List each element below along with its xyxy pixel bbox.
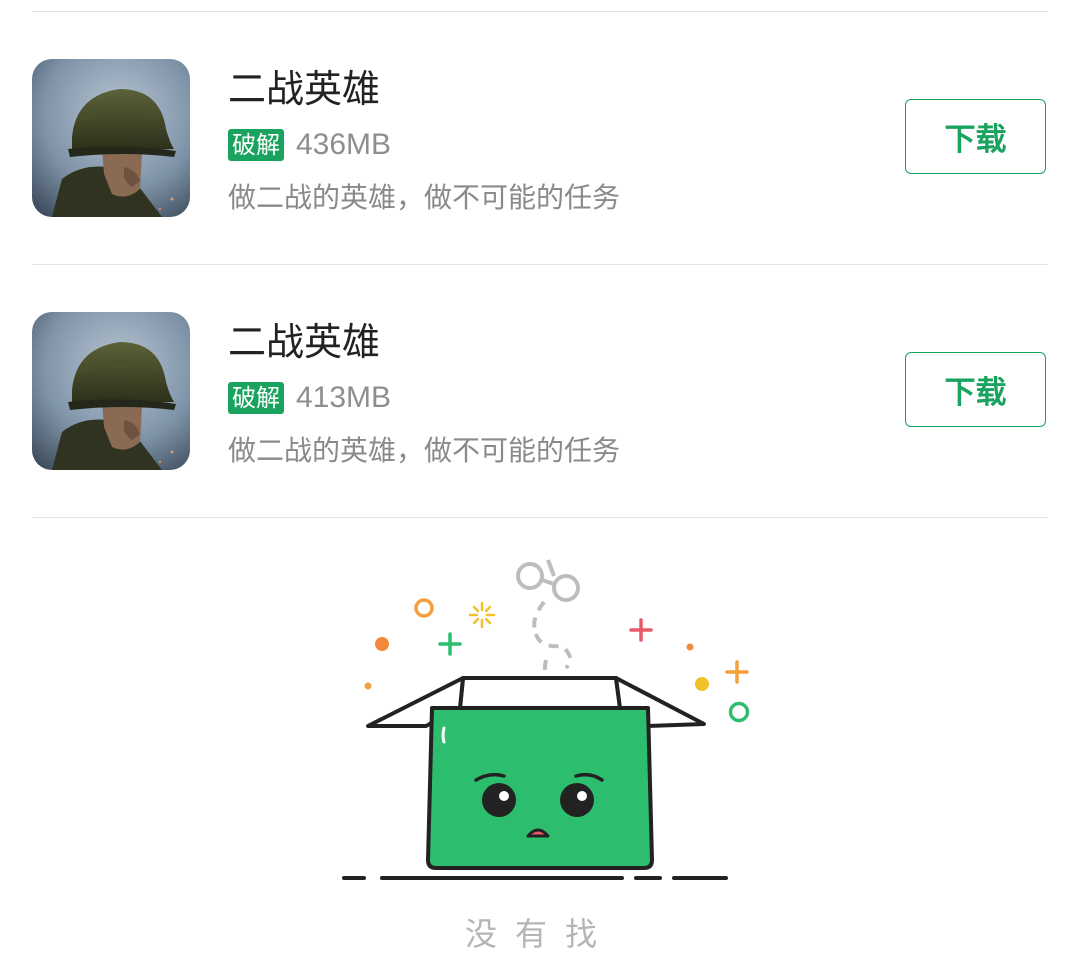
list-divider <box>32 517 1048 518</box>
app-title: 二战英雄 <box>228 67 381 111</box>
app-description: 做二战的英雄，做不可能的任务 <box>228 434 621 467</box>
app-description: 做二战的英雄，做不可能的任务 <box>228 181 621 214</box>
app-meta: 破解 413MB <box>228 381 391 415</box>
empty-box-illustration <box>340 550 760 890</box>
cracked-badge: 破解 <box>228 129 284 161</box>
app-meta: 破解 436MB <box>228 128 391 162</box>
app-title: 二战英雄 <box>228 320 381 364</box>
download-button[interactable]: 下载 <box>905 99 1046 174</box>
app-icon-soldier[interactable] <box>32 59 190 217</box>
app-size: 436MB <box>296 128 392 161</box>
download-button[interactable]: 下载 <box>905 352 1046 427</box>
cracked-badge: 破解 <box>228 382 284 414</box>
empty-state-text: 没有找 <box>464 915 615 953</box>
app-list-item[interactable]: 二战英雄 破解 413MB 做二战的英雄，做不可能的任务 下载 <box>0 265 1080 517</box>
app-icon-soldier[interactable] <box>32 312 190 470</box>
app-size: 413MB <box>296 381 392 414</box>
app-list-item[interactable]: 二战英雄 破解 436MB 做二战的英雄，做不可能的任务 下载 <box>0 12 1080 264</box>
